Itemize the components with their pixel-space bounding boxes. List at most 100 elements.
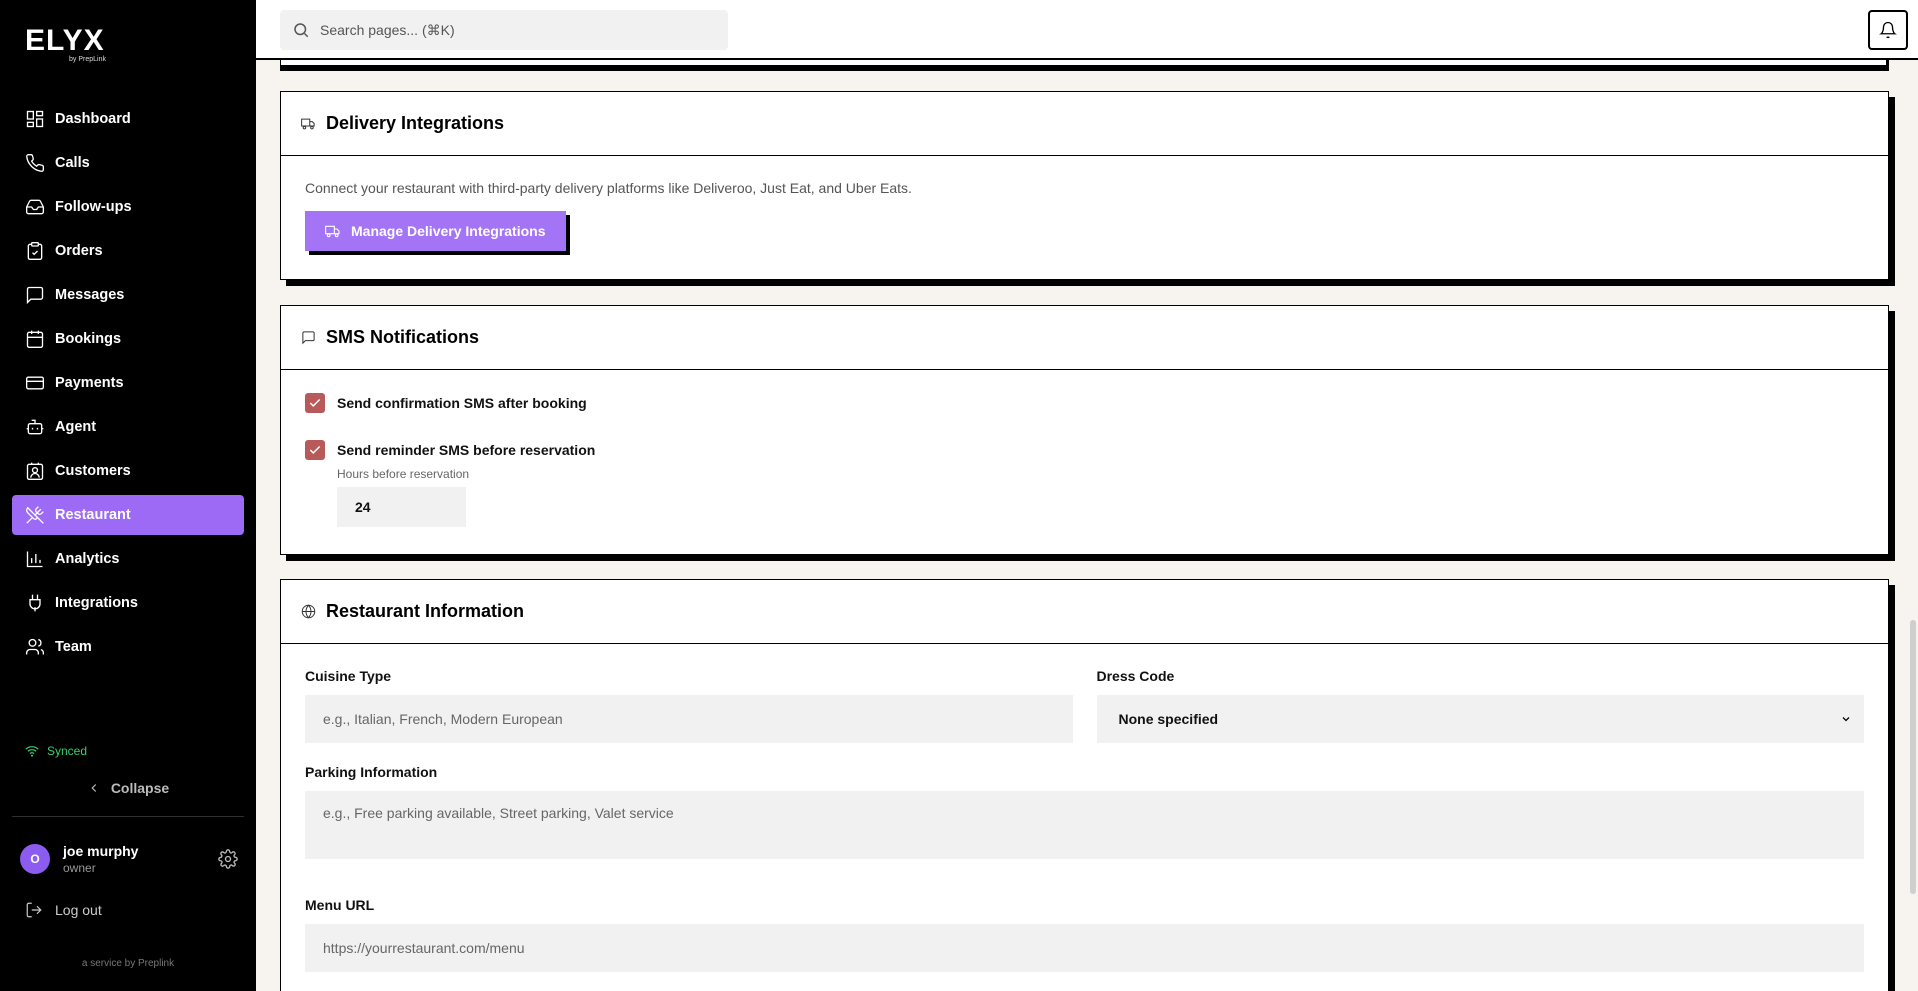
user-name: joe murphy	[63, 843, 139, 859]
bar-chart-icon	[26, 551, 43, 568]
previous-card-bottom	[280, 60, 1887, 66]
logo-text: ELYX	[25, 24, 105, 57]
logout-icon	[26, 902, 42, 918]
card-header: SMS Notifications	[281, 306, 1888, 370]
phone-icon	[26, 153, 45, 172]
service-credit: a service by Preplink	[81, 958, 175, 969]
sidebar-item-label: Integrations	[55, 595, 138, 611]
dress-code-value: None specified	[1118, 711, 1219, 727]
bot-icon	[26, 419, 44, 435]
sidebar: ELYX by PrepLink Dashboard Calls Follow-…	[0, 0, 256, 991]
sidebar-item-customers[interactable]: Customers	[12, 451, 244, 491]
hours-before-label: Hours before reservation	[337, 467, 470, 481]
sidebar-item-orders[interactable]: Orders	[12, 231, 244, 271]
sidebar-item-label: Analytics	[55, 551, 120, 567]
user-role: owner	[63, 861, 96, 875]
cuisine-dress-row: Cuisine Type Dress Code None specified	[305, 668, 1864, 743]
sidebar-item-label: Follow-ups	[55, 199, 132, 215]
delivery-integrations-card: Delivery Integrations Connect your resta…	[280, 91, 1889, 280]
sidebar-item-dashboard[interactable]: Dashboard	[12, 99, 244, 139]
sidebar-item-label: Agent	[55, 419, 97, 435]
menu-url-input[interactable]	[305, 924, 1864, 972]
card-body: Connect your restaurant with third-party…	[281, 156, 1888, 251]
sidebar-item-label: Messages	[55, 287, 125, 303]
card-title: SMS Notifications	[326, 327, 480, 347]
card-title: Restaurant Information	[326, 601, 525, 621]
sidebar-item-follow-ups[interactable]: Follow-ups	[12, 187, 244, 227]
gear-icon[interactable]	[218, 849, 238, 869]
button-label: Manage Delivery Integrations	[351, 223, 546, 239]
reminder-sms-checkbox[interactable]	[305, 440, 325, 460]
reminder-sms-label: Send reminder SMS before reservation	[337, 442, 596, 458]
sidebar-item-messages[interactable]: Messages	[12, 275, 244, 315]
search-icon	[294, 23, 309, 38]
collapse-button[interactable]: Collapse	[0, 780, 256, 796]
user-info: joe murphy owner	[63, 843, 138, 875]
notifications-button[interactable]	[1868, 10, 1908, 50]
previous-card-edge	[280, 60, 1889, 71]
sidebar-item-label: Bookings	[55, 331, 122, 347]
sidebar-item-payments[interactable]: Payments	[12, 363, 244, 403]
sidebar-item-restaurant[interactable]: Restaurant	[12, 495, 244, 535]
confirmation-sms-option: Send confirmation SMS after booking	[305, 392, 1864, 414]
card-header: Restaurant Information	[281, 580, 1888, 644]
restaurant-information-card: Restaurant Information Cuisine Type Dres…	[280, 579, 1889, 991]
scrollbar[interactable]	[1910, 620, 1916, 894]
wifi-icon	[25, 746, 39, 757]
manage-delivery-integrations-button[interactable]: Manage Delivery Integrations	[305, 211, 566, 251]
sms-notifications-card: SMS Notifications Send confirmation SMS …	[280, 305, 1889, 555]
sidebar-item-bookings[interactable]: Bookings	[12, 319, 244, 359]
check-icon	[309, 398, 321, 407]
card-body: Cuisine Type Dress Code None specified P…	[281, 644, 1888, 972]
utensils-icon	[26, 506, 44, 524]
cuisine-type-input[interactable]	[305, 695, 1073, 743]
sync-status-label: Synced	[47, 744, 88, 758]
logo[interactable]: ELYX by PrepLink	[25, 24, 106, 64]
chevron-left-icon	[91, 784, 96, 792]
parking-field: Parking Information	[305, 764, 1864, 864]
menu-url-field: Menu URL	[305, 897, 1864, 972]
sidebar-item-calls[interactable]: Calls	[12, 143, 244, 183]
cuisine-field: Cuisine Type	[305, 668, 1073, 743]
confirmation-sms-checkbox[interactable]	[305, 393, 325, 413]
logout-button[interactable]: Log out	[25, 901, 102, 919]
globe-icon	[301, 604, 316, 619]
dress-code-label: Dress Code	[1096, 668, 1175, 684]
card-body: Send confirmation SMS after booking Send…	[281, 370, 1888, 527]
sidebar-item-label: Orders	[55, 243, 103, 259]
sidebar-item-label: Restaurant	[55, 507, 131, 523]
dress-code-select[interactable]: None specified	[1096, 695, 1864, 743]
sidebar-item-label: Team	[55, 639, 92, 655]
search-input[interactable]	[320, 22, 700, 38]
sidebar-item-team[interactable]: Team	[12, 627, 244, 667]
hours-before-input[interactable]	[337, 487, 466, 527]
user-profile: O joe murphy owner	[20, 843, 238, 875]
cuisine-type-label: Cuisine Type	[305, 668, 392, 684]
collapse-label: Collapse	[110, 780, 170, 796]
sidebar-item-agent[interactable]: Agent	[12, 407, 244, 447]
clipboard-icon	[27, 242, 43, 260]
parking-information-input[interactable]	[305, 791, 1864, 859]
delivery-description: Connect your restaurant with third-party…	[305, 180, 912, 196]
dress-code-field: Dress Code None specified	[1096, 668, 1864, 743]
sidebar-item-label: Calls	[55, 155, 90, 171]
logo-subtext: by PrepLink	[69, 56, 106, 63]
avatar[interactable]: O	[20, 844, 50, 874]
logout-label: Log out	[55, 902, 102, 918]
card-header: Delivery Integrations	[281, 92, 1888, 156]
sidebar-item-analytics[interactable]: Analytics	[12, 539, 244, 579]
message-icon	[26, 286, 44, 305]
users-icon	[26, 638, 45, 655]
sidebar-divider	[12, 816, 244, 817]
calendar-icon	[26, 330, 44, 348]
card-title: Delivery Integrations	[326, 113, 505, 133]
contact-icon	[26, 462, 44, 480]
reminder-sms-option: Send reminder SMS before reservation	[305, 439, 1864, 461]
credit-card-icon	[26, 376, 44, 390]
chevron-down-icon	[1842, 717, 1850, 722]
search-bar[interactable]	[280, 10, 728, 50]
sync-status: Synced	[25, 744, 87, 758]
sidebar-item-label: Payments	[55, 375, 124, 391]
sidebar-item-integrations[interactable]: Integrations	[12, 583, 244, 623]
sidebar-item-label: Dashboard	[55, 111, 131, 127]
